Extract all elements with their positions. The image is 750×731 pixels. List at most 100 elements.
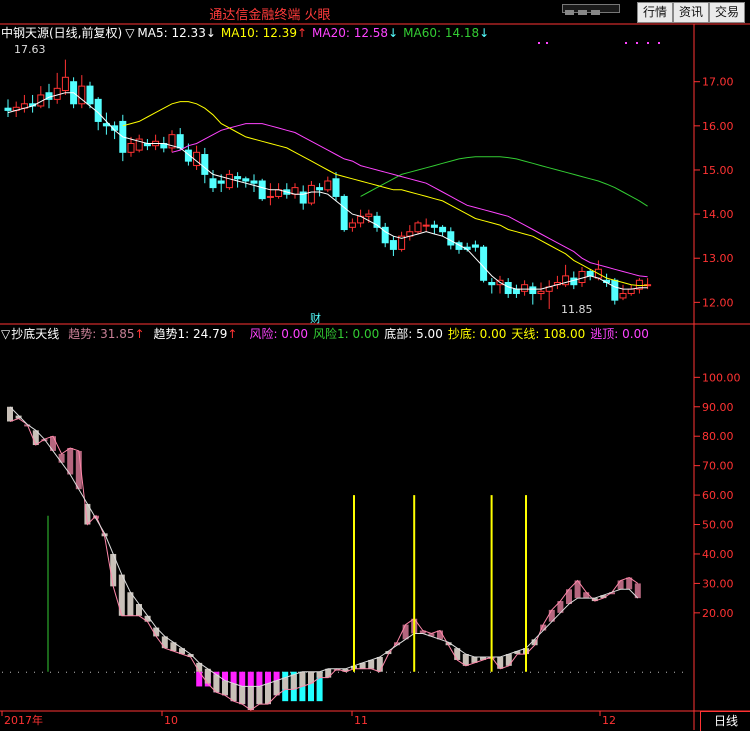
baseline-dot [634, 671, 635, 673]
baseline-dot [394, 671, 395, 673]
ma10-line [122, 101, 648, 287]
finance-marker[interactable]: 财 [310, 311, 321, 325]
baseline-dot [178, 671, 179, 673]
baseline-dot [538, 671, 539, 673]
baseline-dot [658, 671, 659, 673]
candle-body [480, 246, 488, 281]
baseline-dot [154, 671, 155, 673]
baseline-dot [666, 671, 667, 673]
signal-dot [647, 42, 649, 44]
baseline-dot [506, 671, 507, 673]
signal-dot [538, 42, 540, 44]
baseline-dot [618, 671, 619, 673]
candle-body [447, 231, 455, 246]
baseline-dot [338, 671, 339, 673]
trend-bar [247, 686, 254, 710]
candle-body [521, 284, 529, 292]
indicator-tick-label: 70.00 [702, 460, 734, 473]
candle-body [537, 290, 545, 295]
baseline-dot [58, 671, 59, 673]
baseline-dot [122, 671, 123, 673]
baseline-dot [74, 671, 75, 673]
trend-bar [239, 686, 246, 705]
price-tick-label: 17.00 [702, 76, 734, 89]
candle-body [86, 85, 94, 105]
trend-bar [316, 671, 323, 678]
baseline-dot [418, 671, 419, 673]
trend-bar [222, 680, 228, 696]
baseline-dot [642, 671, 643, 673]
candle-body [316, 187, 324, 191]
trend-bar [376, 657, 383, 672]
indicator-tick-label: 80.00 [702, 430, 734, 443]
baseline-dot [554, 671, 555, 673]
baseline-dot [138, 671, 139, 673]
baseline-dot [2, 671, 3, 673]
price-tick-label: 12.00 [702, 296, 734, 309]
x-tick-label: 10 [164, 714, 178, 727]
baseline-dot [602, 671, 603, 673]
chart-canvas[interactable]: 17.00 16.00 15.00 14.00 13.00 12.00 100.00 90.0… [0, 0, 750, 730]
baseline-dot [370, 671, 371, 673]
candle-body [504, 281, 512, 295]
candle-body [266, 195, 274, 198]
baseline-dot [466, 671, 467, 673]
baseline-dot [114, 671, 115, 673]
signal-dot [625, 42, 627, 44]
candle-body [627, 288, 635, 295]
baseline-dot [50, 671, 51, 673]
period-tab[interactable]: 日线 [700, 711, 750, 731]
trend-bar [67, 447, 74, 475]
candle-body [332, 178, 340, 197]
baseline-dot [426, 671, 427, 673]
indicator-tick-label: 20.00 [702, 607, 734, 620]
candle-body [234, 176, 242, 180]
candle-body [389, 240, 397, 250]
axes: 17.00 16.00 15.00 14.00 13.00 12.00 100.00 90.0… [1, 76, 741, 727]
candle-body [53, 87, 61, 100]
candle-body [365, 213, 373, 217]
candle-body [324, 180, 332, 191]
candle-body [512, 288, 520, 295]
trend-bar [256, 686, 263, 705]
candle-body [258, 180, 266, 200]
trend1-line [9, 406, 639, 687]
candle-body [201, 154, 209, 175]
baseline-dot [18, 671, 19, 673]
baseline-dot [586, 671, 587, 673]
indicator-tick-label: 90.00 [702, 401, 734, 414]
candle-body [586, 270, 594, 277]
ma60-line [360, 156, 648, 207]
baseline-dot [610, 671, 611, 673]
baseline-dot [458, 671, 459, 673]
trend-bar [583, 592, 590, 599]
baseline-dot [162, 671, 163, 673]
baseline-dot [474, 671, 475, 673]
trend-line [9, 417, 639, 711]
baseline-dot [442, 671, 443, 673]
price-tick-label: 15.00 [702, 164, 734, 177]
baseline-dot [562, 671, 563, 673]
price-tick-label: 14.00 [702, 208, 734, 221]
candle-body [619, 293, 627, 299]
candle-body [471, 244, 479, 248]
candle-body [414, 222, 422, 233]
baseline-dot [482, 671, 483, 673]
baseline-dot [410, 671, 411, 673]
trend-bar [299, 671, 306, 687]
baseline-dot [402, 671, 403, 673]
baseline-dot [26, 671, 27, 673]
trend-bar [325, 668, 332, 678]
baseline-dot [42, 671, 43, 673]
trend-bar [617, 580, 624, 590]
baseline-dot [170, 671, 171, 673]
trend-bar [497, 657, 504, 669]
baseline-dot [514, 671, 515, 673]
trend-bar [290, 674, 297, 690]
baseline-dot [498, 671, 499, 673]
trend-bar [58, 453, 65, 463]
candle-body [529, 286, 537, 295]
indicator-tick-label: 30.00 [702, 577, 734, 590]
baseline-dot [130, 671, 131, 673]
price-tick-label: 16.00 [702, 120, 734, 133]
